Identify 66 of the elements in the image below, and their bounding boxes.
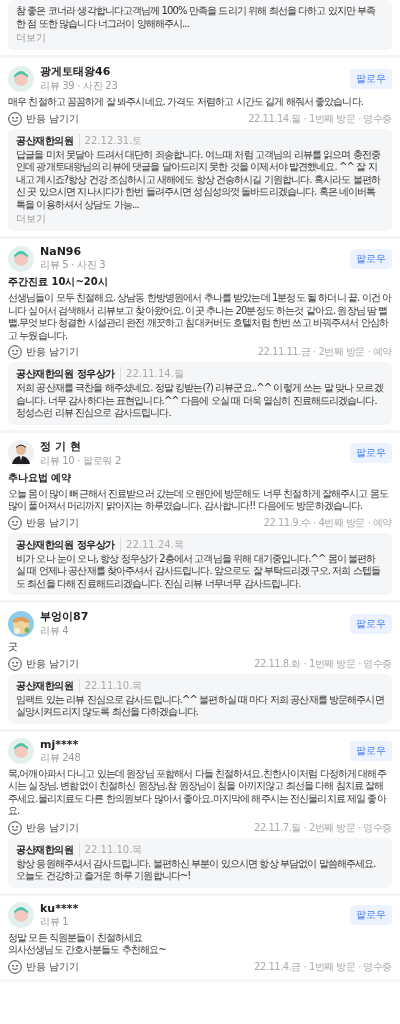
avatar-icon bbox=[8, 65, 34, 92]
visit-info: 22.11.7.월 · 2번째 방문 · 영수증 bbox=[254, 820, 392, 835]
reply-author: 공산재한의원 bbox=[16, 842, 74, 857]
smiley-icon bbox=[8, 656, 22, 671]
reply-text: 항상 응원해주셔서 감사드립니다. 불편하신 부분이 있으시면 항상 부담없이 말씀해주세요. 오늘도 건강하고 즐거운 하루 기원합니다~! bbox=[16, 857, 377, 883]
review-text: 굿 bbox=[8, 641, 19, 654]
follow-button[interactable]: 팔로우 bbox=[350, 68, 392, 89]
more-link[interactable]: 더보기 bbox=[16, 31, 46, 45]
reviewer-stats: 리뷰 5 · 사진 3 bbox=[40, 258, 107, 272]
review-text: 선생님들이 모두 친절해요. 상남동 한방병원에서 추나를 받았는데 1분정도 될 하더니 끝. 이건 아니다 싶어서 검색해서 리뷰보고 찾아왔어요. 이곳 추나는 20분정도 하는것 같아요. 원장님 땀 뻘뻘.무엇보다 청결한 시설관리 완전 깨끗하고 침대커버도 호텔처럼 한번 쓰고 바꿔주셔서 안심하고 누웠습니다. bbox=[8, 292, 392, 342]
avatar-icon bbox=[8, 245, 34, 272]
reviewer-name: 광게토태왕46 bbox=[40, 64, 112, 79]
reply-text: 비가 오나 눈이 오나, 항상 정우상가 2층에서 고객님을 위해 대기중입니다.^^ 몸이 불편하실 때 언제나 공산재를 찾아주셔서 감사드립니다. 앞으로도 잘 부탁드리겠구오. 저희 스텝들도 최선을 다해 진료해드리겠습니다. 진심 리뷰 너무너무 감사드립니다. bbox=[16, 552, 382, 590]
smiley-icon bbox=[8, 820, 22, 835]
follow-button[interactable]: 팔로우 bbox=[350, 613, 392, 634]
smiley-icon bbox=[8, 959, 22, 974]
reviewer-name: mj**** bbox=[40, 737, 80, 751]
react-button[interactable]: 반응 남기기 bbox=[8, 515, 80, 530]
smiley-icon bbox=[8, 111, 22, 126]
reviewer-name: NaN96 bbox=[40, 245, 83, 258]
review-text: 목,어깨아파서 다니고 있는데 원장님 포함해서 다들 친절하셔요.친한사이처럼 다정하게 대해주시는 실장님. 변함없이 친절하신 원장님.참 원장님이 침을 아끼지않고 최선을 다해 침치료 잘해주세요.물리치료도 다른 한의원보다 많아서 좋아요.마지막에 해주시는 전신물리치료 제일 좋아요. bbox=[8, 767, 388, 818]
avatar-icon bbox=[8, 738, 34, 764]
reply-author: 공산재한의원 정우상가 bbox=[16, 537, 116, 552]
review-title: 주간진료 10시~20시 bbox=[8, 275, 109, 289]
follow-button[interactable]: 팔로우 bbox=[350, 741, 392, 761]
react-button[interactable]: 반응 남기기 bbox=[8, 345, 80, 359]
follow-button[interactable]: 팔로우 bbox=[350, 905, 392, 925]
react-button[interactable]: 반응 남기기 bbox=[8, 111, 80, 126]
reply-date: 22.11.10.목 bbox=[78, 842, 143, 857]
reply-author: 공산재한의원 정우상가 bbox=[16, 367, 116, 381]
reply-date: 22.11.24.목 bbox=[120, 537, 184, 552]
visit-info: 22.11.8.화 · 1번째 방문 · 영수증 bbox=[254, 656, 392, 671]
reply-author: 공산재한의원 bbox=[16, 133, 74, 148]
visit-info: 22.11.4.금 · 1번째 방문 · 영수증 bbox=[254, 959, 392, 974]
reply-text: 참 좋은 코너라 생각합니다고객님께 100% 만족을 드리기 위해 최선을 다하고 있지만 부족한 점 또한 많습니다 너그러이 양해해주시... bbox=[16, 5, 377, 30]
reviewer-stats: 리뷰 1 bbox=[40, 914, 70, 929]
react-button[interactable]: 반응 남기기 bbox=[8, 656, 80, 671]
reply-date: 22.12.31.토 bbox=[78, 133, 143, 148]
reply-text: 임팩트 있는 리뷰 진심으로 감사드립니다.^^ 불편하실 때 마다 저희 공산재를 방문해주시면 실망시켜드리지 않도록 최선을 다하겠습니다. bbox=[16, 693, 384, 719]
reviewer-stats: 리뷰 10 · 팔로워 2 bbox=[40, 453, 123, 468]
react-button[interactable]: 반응 남기기 bbox=[8, 959, 80, 974]
visit-info: 22.11.14.월 · 1번째 방문 · 영수증 bbox=[248, 111, 392, 126]
follow-button[interactable]: 팔로우 bbox=[350, 248, 392, 269]
reply-date: 22.11.10.목 bbox=[78, 678, 143, 693]
reply-date: 22.11.14.월 bbox=[120, 367, 184, 381]
reviewer-stats: 리뷰 39 · 사진 23 bbox=[40, 79, 119, 93]
visit-info: 22.11.9.수 · 4번째 방문 · 예약 bbox=[263, 515, 392, 530]
reviewer-name: ku**** bbox=[40, 901, 80, 915]
review-title: 추나요법 예약 bbox=[8, 470, 73, 485]
smiley-icon bbox=[8, 345, 22, 359]
reply-text: 저희 공산재를 극찬을 해주셨네요. 정말 킹받는(?) 리뷰군요..^^ 이렇게 쓰는 말 맞나 모르겠습니다. 너무 감사하다는 표현입니다.^^ 다음에 오실 때 더욱 열심히 진료해드리겠습니다. 정성스런 리뷰 진심으로 감사드립니다. bbox=[16, 382, 384, 420]
avatar-icon bbox=[8, 902, 34, 928]
reviewer-stats: 리뷰 4 bbox=[40, 624, 70, 638]
react-button[interactable]: 반응 남기기 bbox=[8, 820, 80, 835]
review-text: 매우 친절하고 꼼꼼하게 잘 봐주시네요. 가격도 저렴하고 시간도 길게 해줘서 좋았습니다. bbox=[8, 96, 364, 109]
visit-info: 22.11.11.금 · 2번째 방문 · 예약 bbox=[257, 345, 392, 359]
reviewer-stats: 리뷰 248 bbox=[40, 750, 82, 765]
reviewer-name: 부엉이87 bbox=[40, 609, 90, 624]
more-link[interactable]: 더보기 bbox=[16, 212, 46, 226]
review-text: 정말 모든 직원분들이 친절하세요 의사선생님도 간호사분들도 추천해요~ bbox=[8, 931, 167, 957]
reply-author: 공산재한의원 bbox=[16, 678, 74, 693]
reviewer-name: 정 기 현 bbox=[40, 438, 82, 454]
reply-text: 답글을 미처 못달아 드려서 대단히 죄송합니다. 여느때 처럼 고객님의 리뷰를 읽으며 충전중인데 광개토태왕님의 리뷰에 댓글을 달아드리지 못한 것을 이제서야 발견했네요. ^^ 잘 지내고 계시죠?항상 건강 조심하시고 새해에도 항상 건승하시길 기원합니다. 혹시라도 불편하신 곳 있으시면 지나시다가 한번 들려주시면 성심성의껏 돌바드리겠습니다. 혹은 네이버톡톡을 이용하셔서 상담도 가능... bbox=[16, 148, 382, 211]
review-text: 오늘 몸이 많이 뻐근해서 진료받으러 갔는데 오랜만에 방문해도 너무 친절하게 잘해주시고 몸도많이 풀어져서 머리까지 맑아지는 하루였습니다. 감사합니다!! 다음에도 방문하겠습니다. bbox=[8, 487, 389, 513]
follow-button[interactable]: 팔로우 bbox=[350, 443, 392, 463]
smiley-icon bbox=[8, 515, 22, 530]
